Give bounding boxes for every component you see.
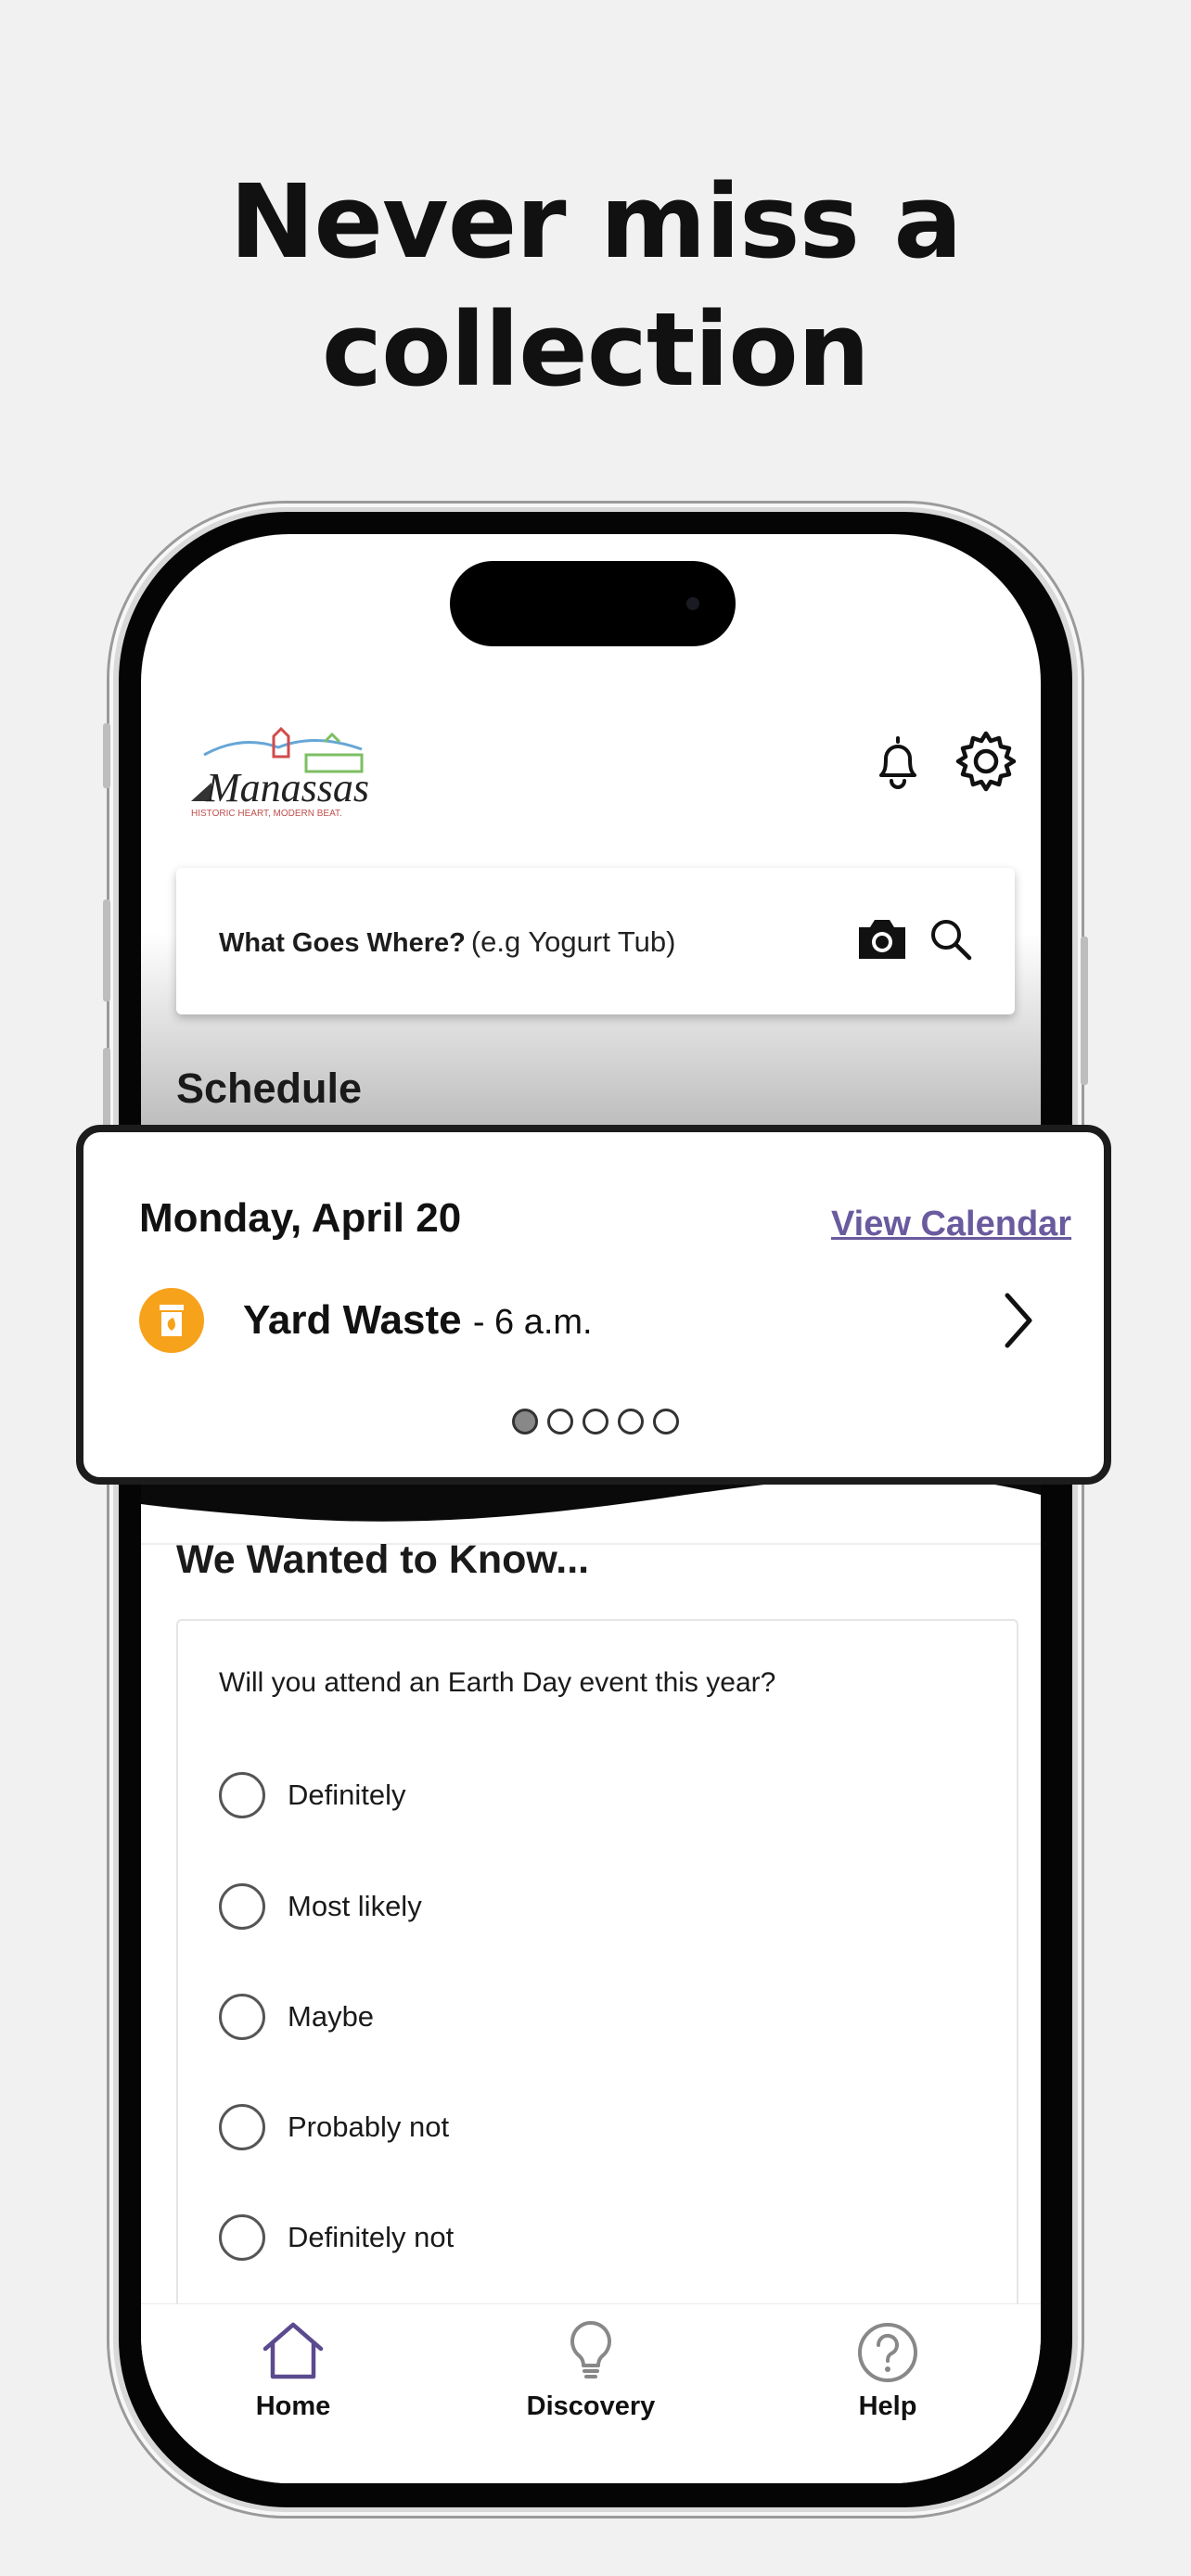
poll-heading: We Wanted to Know... (176, 1537, 590, 1582)
poll-option-label: Definitely (288, 1779, 406, 1811)
phone-button (1081, 937, 1088, 1085)
radio-button[interactable] (219, 1994, 265, 2040)
poll-option-label: Probably not (288, 2111, 450, 2143)
schedule-date: Monday, April 20 (139, 1195, 462, 1241)
pager-dot[interactable] (618, 1409, 644, 1435)
logo-tagline: HISTORIC HEART, MODERN BEAT. (191, 809, 342, 819)
promo-headline: Never miss a collection (0, 158, 1191, 414)
poll-option-label: Maybe (288, 2000, 375, 2033)
collection-type: Yard Waste (243, 1297, 462, 1343)
radio-button[interactable] (219, 1883, 265, 1930)
yard-waste-icon (139, 1288, 204, 1353)
radio-button[interactable] (219, 2104, 265, 2150)
front-camera (686, 597, 699, 610)
tab-bar: Home Discovery Help (141, 2303, 1041, 2483)
tab-label: Discovery (526, 2391, 656, 2421)
manassas-logo: Manassas HISTORIC HEART, MODERN BEAT. (191, 727, 369, 819)
poll-option[interactable]: Definitely not (219, 2212, 454, 2264)
camera-icon[interactable] (855, 916, 909, 963)
poll-option-label: Definitely not (288, 2221, 455, 2253)
headline-line-1: Never miss a (229, 162, 962, 281)
pager-dot[interactable] (547, 1409, 573, 1435)
tab-label: Help (858, 2391, 917, 2421)
search-title: What Goes Where? (219, 928, 466, 958)
radio-button[interactable] (219, 2214, 265, 2261)
poll-option[interactable]: Maybe (219, 1991, 374, 2043)
collection-item[interactable]: Yard Waste - 6 a.m. (243, 1297, 593, 1344)
help-icon (858, 2323, 917, 2382)
phone-button (103, 723, 110, 788)
radio-button[interactable] (219, 1772, 265, 1818)
bell-icon[interactable] (870, 733, 926, 792)
phone-button (103, 899, 110, 1001)
logo-name: Manassas (205, 765, 369, 810)
gear-icon[interactable] (954, 729, 1018, 794)
search-field[interactable]: What Goes Where? (e.g Yogurt Tub) (176, 868, 1015, 1014)
pager-dot[interactable] (653, 1409, 679, 1435)
tab-help[interactable]: Help (795, 2317, 980, 2422)
app-screen: Manassas HISTORIC HEART, MODERN BEAT. Wh… (141, 534, 1041, 2483)
tab-label: Home (255, 2391, 331, 2421)
schedule-heading: Schedule (176, 1065, 363, 1112)
search-icon[interactable] (928, 916, 974, 963)
search-label: What Goes Where? (e.g Yogurt Tub) (219, 925, 675, 959)
poll-option[interactable]: Definitely (219, 1769, 406, 1821)
poll-option[interactable]: Most likely (219, 1881, 422, 1932)
chevron-right-icon[interactable] (1000, 1290, 1037, 1351)
collection-time: - 6 a.m. (472, 1303, 593, 1342)
poll-question: Will you attend an Earth Day event this … (219, 1667, 776, 1698)
headline-line-2: collection (321, 290, 870, 409)
schedule-card: Monday, April 20 View Calendar Yard Wast… (76, 1125, 1111, 1485)
search-placeholder: (e.g Yogurt Tub) (470, 925, 676, 958)
tab-home[interactable]: Home (200, 2317, 386, 2422)
poll-option-label: Most likely (288, 1890, 422, 1922)
poll-card: Will you attend an Earth Day event this … (176, 1619, 1018, 2365)
pager-dots (512, 1409, 679, 1435)
pager-dot[interactable] (583, 1409, 608, 1435)
poll-option[interactable]: Probably not (219, 2101, 449, 2153)
lightbulb-icon (570, 2321, 611, 2378)
view-calendar-link[interactable]: View Calendar (831, 1205, 1071, 1244)
home-icon (263, 2322, 324, 2379)
tab-discovery[interactable]: Discovery (498, 2317, 684, 2422)
pager-dot[interactable] (512, 1409, 538, 1435)
